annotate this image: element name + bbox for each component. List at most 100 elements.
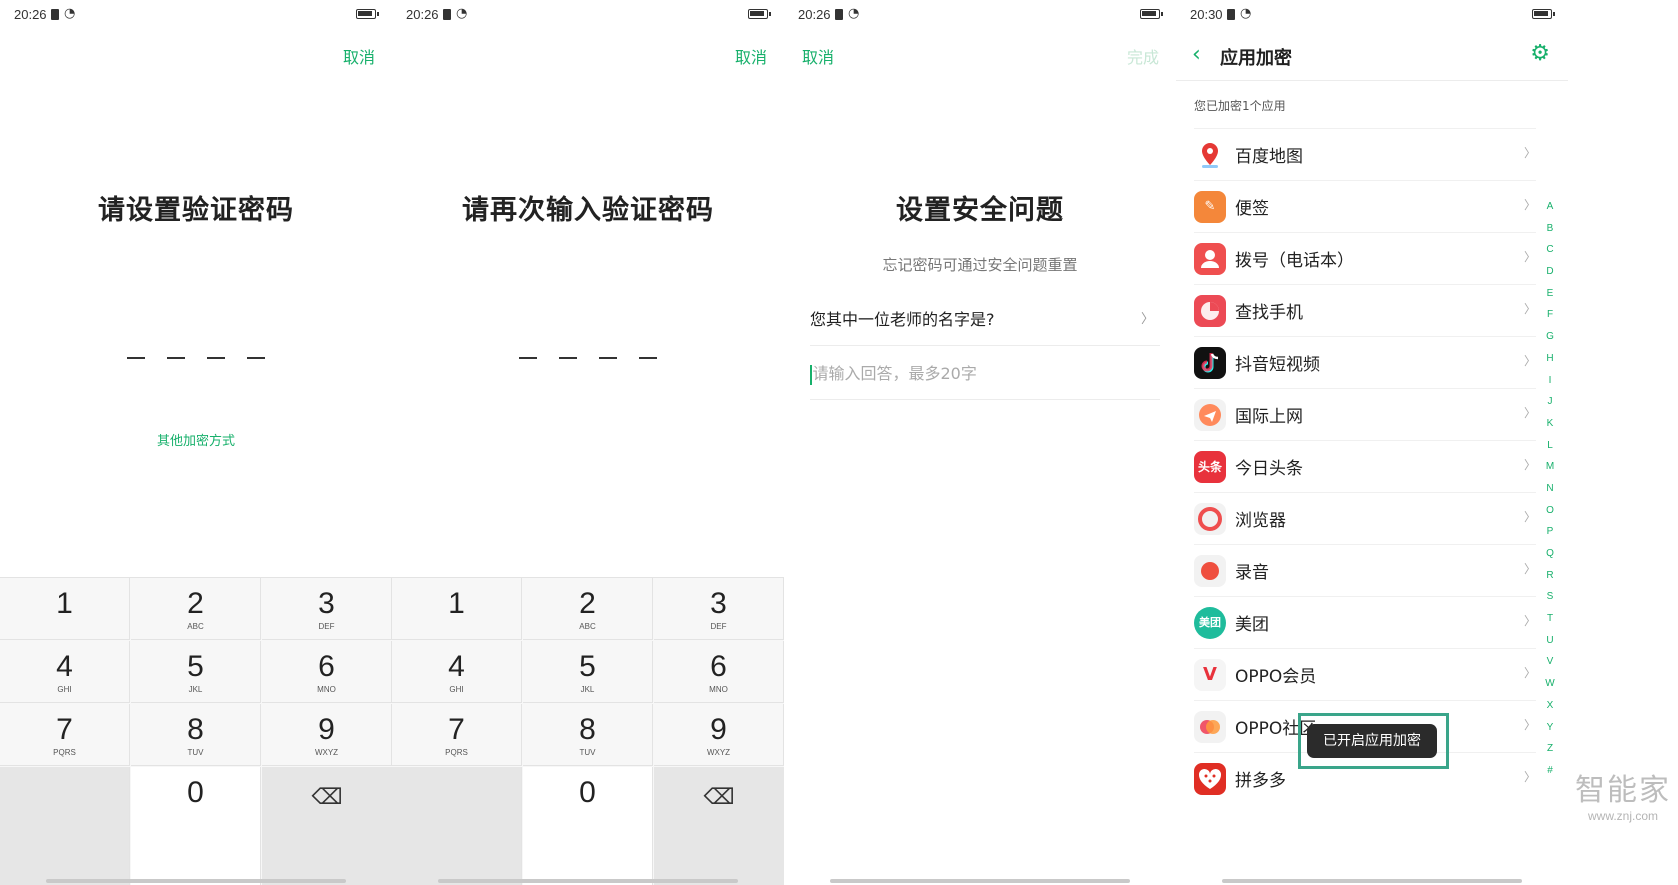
back-arrow-icon[interactable]: ‹ [1192,42,1201,67]
encrypted-count: 您已加密1个应用 [1194,99,1286,113]
alphabet-letter[interactable]: I [1544,370,1556,392]
cancel-button[interactable]: 取消 [802,44,834,68]
alphabet-letter[interactable]: J [1544,391,1556,413]
battery-icon [1532,9,1555,19]
key-0[interactable]: 0 [523,767,653,885]
chevron-right-icon: 〉 [1523,562,1536,576]
key-3[interactable]: 3 DEF [262,578,392,640]
oppo-community-icon [1194,711,1226,743]
alphabet-letter[interactable]: # [1544,760,1556,782]
pin-slots [0,344,392,363]
list-item[interactable]: 抖音短视频 〉 [1194,336,1536,388]
key-blank [0,767,130,885]
pin-slot [247,357,265,359]
key-2[interactable]: 2 ABC [523,578,653,640]
oppo-member-icon: V [1194,659,1226,691]
recorder-icon [1194,555,1226,587]
list-item[interactable]: 拨号（电话本） 〉 [1194,232,1536,284]
alphabet-letter[interactable]: Q [1544,543,1556,565]
list-item[interactable]: ✎ 便签 〉 [1194,180,1536,232]
key-8[interactable]: 8 TUV [523,704,653,766]
key-7[interactable]: 7 PQRS [392,704,522,766]
key-4[interactable]: 4 GHI [392,641,522,703]
list-item[interactable]: 录音 〉 [1194,544,1536,596]
alphabet-letter[interactable]: Y [1544,717,1556,739]
key-9[interactable]: 9 WXYZ [654,704,784,766]
screen-app-encryption: 20:30 ◔ ‹ 应用加密 ⚙ 您已加密1个应用 百度地图 〉 ✎ 便签 〉 … [1176,0,1568,885]
number-keypad: 1 2 ABC 3 DEF 4 GHI 5 JKL 6 MNO 7 PQRS 8 TUV 9W… [392,577,784,885]
nav-bar [46,879,346,883]
status-bar: 20:26 ◔ [784,0,1176,30]
key-backspace[interactable]: ⌫ [262,767,392,885]
cancel-button[interactable]: 取消 [735,44,767,68]
list-item[interactable]: 浏览器 〉 [1194,492,1536,544]
toutiao-icon: 头条 [1194,451,1226,483]
key-9[interactable]: 9 WXYZ [262,704,392,766]
chevron-right-icon: 〉 [1523,354,1536,368]
alphabet-letter[interactable]: D [1544,261,1556,283]
alphabet-letter[interactable]: R [1544,565,1556,587]
text-cursor [810,364,812,385]
divider [1176,80,1568,81]
key-6[interactable]: 6 MNO [654,641,784,703]
alphabet-letter[interactable]: K [1544,413,1556,435]
alphabet-letter[interactable]: H [1544,348,1556,370]
alphabet-letter[interactable]: T [1544,608,1556,630]
list-item[interactable]: V OPPO会员 〉 [1194,648,1536,700]
meituan-icon: 美团 [1194,607,1226,639]
alphabet-letter[interactable]: G [1544,326,1556,348]
alphabet-letter[interactable]: N [1544,478,1556,500]
alphabet-letter[interactable]: V [1544,651,1556,673]
alphabet-letter[interactable]: M [1544,456,1556,478]
status-bar: 20:30 ◔ [1176,0,1568,30]
key-7[interactable]: 7 PQRS [0,704,130,766]
list-item[interactable]: 美团 美团 〉 [1194,596,1536,648]
backspace-icon: ⌫ [311,785,343,810]
screen-confirm-password: 20:26 ◔ 取消 请再次输入验证密码 1 2 ABC 3 DEF 4 GHI 5J… [392,0,784,885]
page-title: 设置安全问题 [896,195,1064,226]
other-encryption-link[interactable]: 其他加密方式 [0,430,392,449]
nav-bar [1222,879,1522,883]
alphabet-letter[interactable]: C [1544,239,1556,261]
key-8[interactable]: 8 TUV [131,704,261,766]
key-5[interactable]: 5 JKL [523,641,653,703]
key-4[interactable]: 4 GHI [0,641,130,703]
key-1[interactable]: 1 [0,578,130,640]
key-3[interactable]: 3 DEF [654,578,784,640]
done-button[interactable]: 完成 [1127,44,1159,68]
key-5[interactable]: 5 JKL [131,641,261,703]
screen-security-question: 20:26 ◔ 取消 完成 设置安全问题 忘记密码可通过安全问题重置 您其中一位… [784,0,1176,885]
alphabet-letter[interactable]: L [1544,435,1556,457]
cancel-button[interactable]: 取消 [343,44,375,68]
key-2[interactable]: 2 ABC [131,578,261,640]
list-item[interactable]: 头条 今日头条 〉 [1194,440,1536,492]
key-6[interactable]: 6 MNO [262,641,392,703]
chevron-right-icon: 〉 [1523,458,1536,472]
list-item[interactable]: 百度地图 〉 [1194,128,1536,180]
alphabet-letter[interactable]: X [1544,695,1556,717]
alphabet-letter[interactable]: E [1544,283,1556,305]
alphabet-letter[interactable]: B [1544,218,1556,240]
alphabet-letter[interactable]: S [1544,586,1556,608]
gear-icon[interactable]: ⚙ [1530,41,1550,66]
question-selector[interactable]: 您其中一位老师的名字是? 〉 [810,294,1160,346]
alphabet-letter[interactable]: O [1544,500,1556,522]
key-backspace[interactable]: ⌫ [654,767,784,885]
alphabet-letter[interactable]: W [1544,673,1556,695]
alphabet-index[interactable]: A B C D E F G H I J K L M N O P Q R S T U V W X Y Z # [1544,196,1556,782]
key-blank [392,767,522,885]
alphabet-letter[interactable]: F [1544,304,1556,326]
page-title: 请设置验证密码 [98,195,294,226]
alphabet-letter[interactable]: U [1544,630,1556,652]
alphabet-letter[interactable]: A [1544,196,1556,218]
list-item[interactable]: 查找手机 〉 [1194,284,1536,336]
key-1[interactable]: 1 [392,578,522,640]
list-item[interactable]: 国际上网 〉 [1194,388,1536,440]
alphabet-letter[interactable]: Z [1544,738,1556,760]
key-0[interactable]: 0 [131,767,261,885]
notes-icon: ✎ [1194,191,1226,223]
watermark-brand: 智能家 [1575,773,1671,808]
nav-bar [438,879,738,883]
alphabet-letter[interactable]: P [1544,521,1556,543]
answer-input[interactable]: 请输入回答，最多20字 [810,347,1160,400]
